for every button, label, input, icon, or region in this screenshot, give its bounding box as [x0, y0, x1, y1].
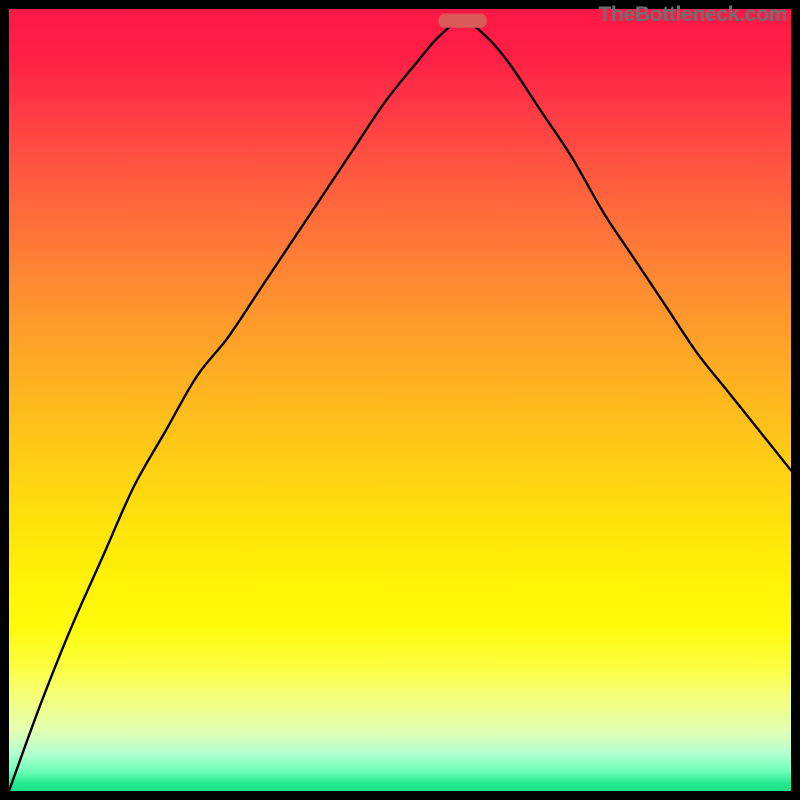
chart-frame: TheBottleneck.com	[9, 9, 791, 791]
watermark-label: TheBottleneck.com	[598, 3, 787, 27]
chart-svg	[9, 9, 791, 791]
minimum-marker	[439, 14, 487, 28]
bottleneck-curve	[9, 21, 791, 791]
